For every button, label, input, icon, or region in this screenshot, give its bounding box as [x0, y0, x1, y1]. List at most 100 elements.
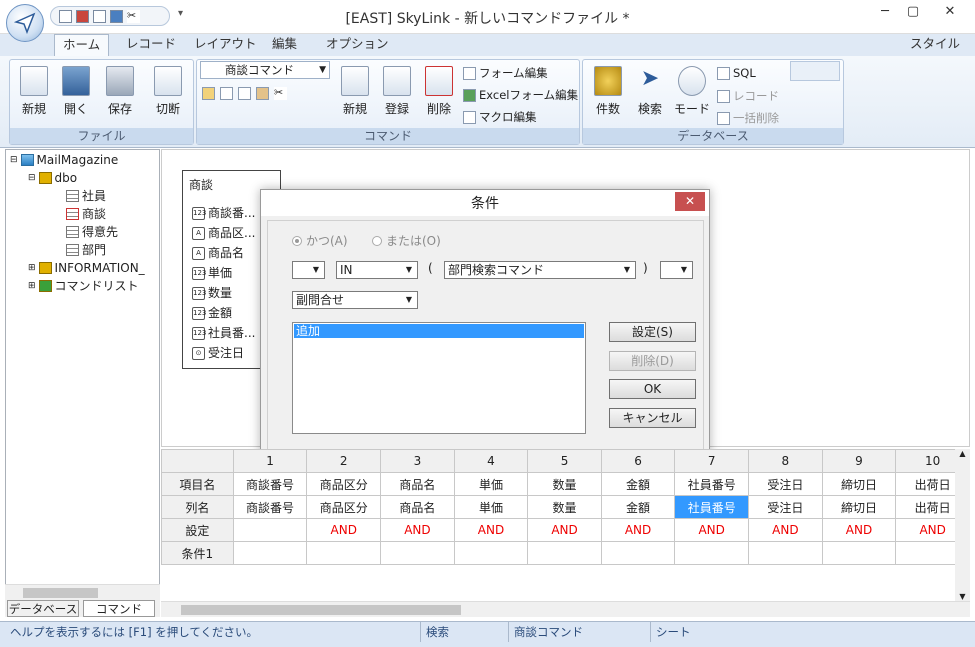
- register-button[interactable]: 登録: [379, 66, 415, 117]
- grid-cell[interactable]: [453, 541, 529, 565]
- save-button[interactable]: 保存: [102, 66, 138, 117]
- sql-link[interactable]: SQL: [717, 66, 756, 80]
- tree-root[interactable]: ⊟ MailMagazine: [6, 151, 159, 169]
- column-header[interactable]: 9: [821, 449, 897, 473]
- grid-cell[interactable]: 単価: [453, 495, 529, 519]
- app-menu-button[interactable]: [6, 4, 44, 42]
- column-header[interactable]: 1: [232, 449, 308, 473]
- search-button[interactable]: ➤ 検索: [631, 66, 669, 117]
- collapse-icon[interactable]: ⊟: [28, 169, 36, 187]
- tree-command-list[interactable]: ⊞ コマンドリスト: [6, 277, 159, 295]
- right-paren-select[interactable]: ▼: [660, 261, 693, 279]
- clipboard-icon[interactable]: [256, 87, 269, 100]
- tree-item-deal[interactable]: 商談: [6, 205, 159, 223]
- grid-cell[interactable]: 金額: [600, 472, 676, 496]
- tab-layout[interactable]: レイアウト: [186, 34, 265, 56]
- filter-icon[interactable]: [220, 87, 233, 100]
- new-connection-button[interactable]: 新規: [16, 66, 52, 117]
- grid-cell[interactable]: [380, 541, 455, 565]
- tab-edit[interactable]: 編集: [264, 34, 305, 56]
- save-icon[interactable]: [76, 9, 89, 23]
- left-horizontal-scrollbar[interactable]: [5, 584, 160, 600]
- column-header[interactable]: 8: [748, 449, 823, 473]
- radio-or[interactable]: または(O): [372, 232, 441, 249]
- grid-cell[interactable]: AND: [453, 518, 529, 542]
- column-header[interactable]: 7: [674, 449, 750, 473]
- new-command-button[interactable]: 新規: [337, 66, 373, 117]
- page-icon[interactable]: [238, 87, 251, 100]
- grid-cell[interactable]: 社員番号: [674, 495, 750, 519]
- condition-listbox[interactable]: 追加: [292, 322, 586, 434]
- open-button[interactable]: 開く: [58, 66, 94, 117]
- grid-cell[interactable]: [232, 518, 308, 542]
- radio-and[interactable]: かつ(A): [292, 232, 348, 249]
- scroll-thumb[interactable]: [181, 605, 461, 615]
- grid-cell[interactable]: 締切日: [821, 472, 897, 496]
- grid-cell[interactable]: 商品名: [380, 472, 455, 496]
- macro-edit-link[interactable]: マクロ編集: [463, 109, 537, 125]
- delete-button[interactable]: 削除(D): [609, 351, 696, 371]
- collapse-icon[interactable]: ⊟: [10, 151, 18, 169]
- expand-icon[interactable]: ⊞: [28, 277, 36, 295]
- maximize-button[interactable]: ▢: [900, 4, 926, 22]
- scroll-up-icon[interactable]: ▲: [955, 449, 970, 458]
- grid-cell[interactable]: 社員番号: [674, 472, 750, 496]
- grid-cell[interactable]: [821, 541, 897, 565]
- tree-item-department[interactable]: 部門: [6, 241, 159, 259]
- grid-cell[interactable]: AND: [380, 518, 455, 542]
- scroll-thumb[interactable]: [23, 588, 98, 598]
- tab-database[interactable]: データベース: [7, 600, 79, 617]
- ok-button[interactable]: OK: [609, 379, 696, 399]
- column-header[interactable]: 4: [453, 449, 529, 473]
- left-paren-select[interactable]: ▼: [292, 261, 325, 279]
- grid-cell[interactable]: 単価: [453, 472, 529, 496]
- grid-cell[interactable]: 商品区分: [306, 495, 382, 519]
- grid-cell[interactable]: [232, 541, 308, 565]
- grid-cell[interactable]: AND: [821, 518, 897, 542]
- cut-icon[interactable]: ✂: [274, 87, 287, 100]
- dialog-close-button[interactable]: ✕: [675, 192, 705, 211]
- tree-information-schema[interactable]: ⊞ INFORMATION_: [6, 259, 159, 277]
- tree-schema[interactable]: ⊟ dbo: [6, 169, 159, 187]
- minimize-button[interactable]: ─: [872, 4, 898, 22]
- grid-cell[interactable]: 商談番号: [232, 472, 308, 496]
- count-button[interactable]: 件数: [589, 66, 627, 117]
- scroll-down-icon[interactable]: ▼: [955, 592, 970, 601]
- grid-cell[interactable]: 締切日: [821, 495, 897, 519]
- grid-cell[interactable]: AND: [306, 518, 382, 542]
- form-edit-link[interactable]: フォーム編集: [463, 65, 548, 81]
- grid-cell[interactable]: AND: [527, 518, 602, 542]
- grid-cell[interactable]: [527, 541, 602, 565]
- grid-cell[interactable]: 商品名: [380, 495, 455, 519]
- tree-item-customer[interactable]: 得意先: [6, 223, 159, 241]
- record-link[interactable]: レコード: [717, 88, 779, 104]
- set-button[interactable]: 設定(S): [609, 322, 696, 342]
- grid-cell[interactable]: 金額: [600, 495, 676, 519]
- expand-icon[interactable]: ⊞: [28, 259, 36, 277]
- grid-cell[interactable]: AND: [674, 518, 750, 542]
- operator-select[interactable]: IN ▼: [336, 261, 418, 279]
- grid-cell[interactable]: AND: [600, 518, 676, 542]
- new-file-icon[interactable]: [59, 9, 72, 23]
- grid-cell[interactable]: 数量: [527, 495, 602, 519]
- grid-cell[interactable]: 受注日: [748, 495, 823, 519]
- column-header[interactable]: 6: [600, 449, 676, 473]
- grid-cell[interactable]: 数量: [527, 472, 602, 496]
- document-icon[interactable]: [93, 9, 106, 23]
- bulk-delete-link[interactable]: 一括削除: [717, 110, 779, 126]
- grid-cell[interactable]: [674, 541, 750, 565]
- form-icon[interactable]: [202, 87, 215, 100]
- qat-customize-icon[interactable]: ▾: [178, 8, 183, 19]
- tab-record[interactable]: レコード: [118, 34, 184, 56]
- cancel-button[interactable]: キャンセル: [609, 408, 696, 428]
- grid-cell[interactable]: [748, 541, 823, 565]
- mode-button[interactable]: モード: [673, 66, 711, 117]
- list-item[interactable]: 追加: [294, 324, 584, 338]
- grid-cell[interactable]: 商談番号: [232, 495, 308, 519]
- scissors-icon[interactable]: ✂: [127, 9, 140, 23]
- grid-cell[interactable]: [306, 541, 382, 565]
- tree-item-employee[interactable]: 社員: [6, 187, 159, 205]
- tab-home[interactable]: ホーム: [54, 34, 110, 58]
- disconnect-button[interactable]: 切断: [150, 66, 186, 117]
- sql-box[interactable]: [790, 61, 840, 81]
